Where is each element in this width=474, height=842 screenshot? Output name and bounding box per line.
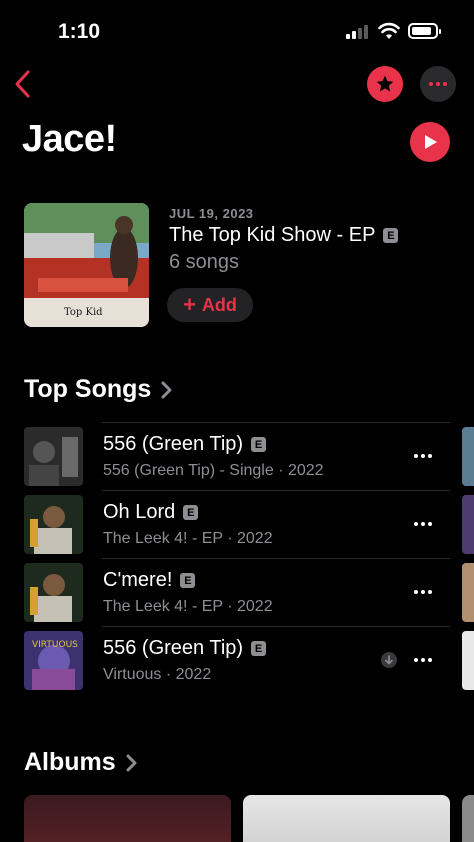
song-subtitle: Virtuous · 2022 — [103, 666, 212, 683]
song-title: 556 (Green Tip) E — [103, 637, 267, 660]
explicit-badge: E — [251, 437, 267, 452]
albums-header[interactable]: Albums — [24, 748, 138, 777]
song-title: Oh Lord E — [103, 501, 199, 524]
plus-icon: + — [183, 292, 196, 317]
explicit-badge: E — [183, 505, 199, 520]
downloaded-icon[interactable] — [381, 652, 397, 668]
back-button[interactable] — [8, 66, 38, 102]
explicit-badge: E — [180, 573, 196, 588]
next-column-artwork[interactable] — [462, 563, 474, 622]
latest-release-artwork[interactable]: Top Kid — [24, 203, 149, 327]
album-art-image: Top Kid — [24, 203, 149, 327]
song-subtitle: The Leek 4! - EP · 2022 — [103, 530, 273, 547]
song-title: C'mere! E — [103, 569, 196, 592]
release-title-text: The Top Kid Show - EP — [169, 224, 376, 246]
song-artwork: VIRTUOUS — [24, 631, 83, 690]
release-song-count: 6 songs — [169, 251, 240, 273]
song-more-button[interactable] — [408, 650, 438, 670]
song-artwork — [24, 563, 83, 622]
song-more-button[interactable] — [408, 446, 438, 466]
next-column-artwork[interactable] — [462, 427, 474, 486]
song-artwork — [24, 495, 83, 554]
row-divider — [102, 490, 450, 491]
album-card[interactable] — [24, 795, 231, 842]
song-title-text: 556 (Green Tip) — [103, 433, 244, 455]
song-title: 556 (Green Tip) E — [103, 433, 267, 456]
cellular-signal-icon — [346, 25, 372, 39]
explicit-badge: E — [383, 228, 399, 243]
status-time: 1:10 — [58, 20, 101, 43]
battery-icon — [408, 23, 441, 39]
albums-carousel — [0, 795, 474, 842]
wifi-icon — [378, 22, 400, 39]
svg-text:VIRTUOUS: VIRTUOUS — [32, 640, 78, 650]
add-release-button[interactable]: + Add — [167, 288, 253, 322]
album-card[interactable] — [243, 795, 450, 842]
star-icon — [376, 75, 394, 92]
album-card[interactable] — [462, 795, 474, 842]
song-subtitle: The Leek 4! - EP · 2022 — [103, 598, 273, 615]
more-options-button[interactable] — [420, 66, 456, 102]
add-label: Add — [201, 294, 237, 315]
top-songs-header[interactable]: Top Songs — [24, 375, 173, 404]
chevron-right-icon — [161, 381, 172, 398]
next-column-artwork[interactable] — [462, 495, 474, 554]
play-icon — [425, 135, 437, 149]
row-divider — [102, 626, 450, 627]
albums-title: Albums — [24, 748, 116, 776]
chevron-right-icon — [126, 754, 137, 771]
row-divider — [102, 422, 450, 423]
favorite-button[interactable] — [367, 66, 403, 102]
song-more-button[interactable] — [408, 514, 438, 534]
song-subtitle: 556 (Green Tip) - Single · 2022 — [103, 462, 324, 479]
explicit-badge: E — [251, 641, 267, 656]
release-title[interactable]: The Top Kid Show - EP E — [169, 224, 399, 247]
song-row[interactable]: 556 (Green Tip) E 556 (Green Tip) - Sing… — [0, 422, 474, 490]
song-row[interactable]: Oh Lord E The Leek 4! - EP · 2022 — [0, 490, 474, 558]
song-title-text: 556 (Green Tip) — [103, 637, 244, 659]
svg-text:Top Kid: Top Kid — [64, 307, 103, 318]
artist-name: Jace! — [22, 118, 117, 160]
ellipsis-icon — [429, 82, 447, 86]
status-bar: 1:10 — [0, 0, 474, 60]
top-songs-title: Top Songs — [24, 375, 152, 403]
song-row[interactable]: VIRTUOUS 556 (Green Tip) E Virtuous · 20… — [0, 626, 474, 694]
next-column-artwork[interactable] — [462, 631, 474, 690]
row-divider — [102, 558, 450, 559]
chevron-left-icon — [15, 70, 30, 98]
play-button[interactable] — [410, 122, 450, 162]
song-title-text: Oh Lord — [103, 501, 176, 523]
song-artwork — [24, 427, 83, 486]
song-more-button[interactable] — [408, 582, 438, 602]
release-date: JUL 19, 2023 — [169, 206, 254, 221]
song-row[interactable]: C'mere! E The Leek 4! - EP · 2022 — [0, 558, 474, 626]
song-title-text: C'mere! — [103, 569, 173, 591]
